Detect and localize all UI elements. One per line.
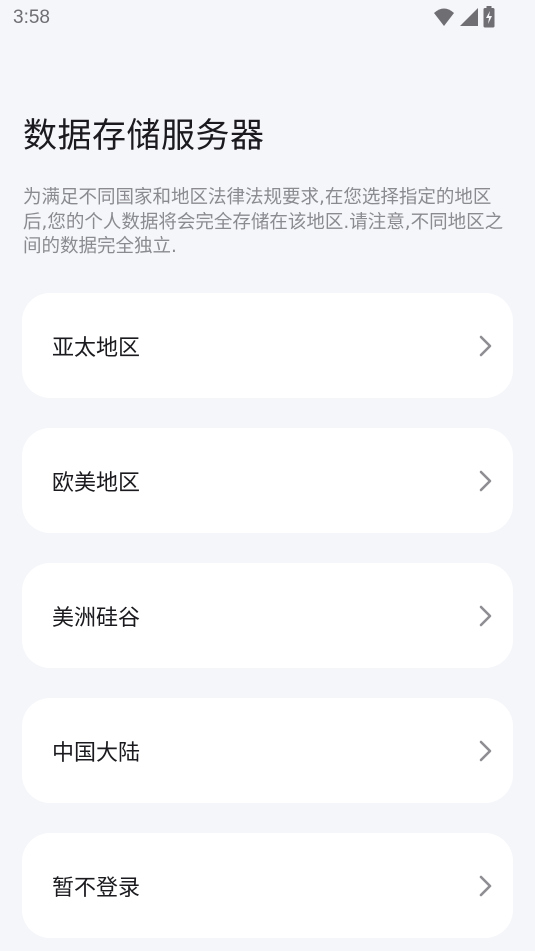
- cellular-signal-icon: [459, 7, 479, 27]
- option-label: 美洲硅谷: [52, 605, 141, 631]
- option-europe-america[interactable]: 欧美地区: [22, 428, 513, 533]
- page-description: 为满足不同国家和地区法律法规要求,在您选择指定的地区后,您的个人数据将会完全存储…: [23, 187, 504, 257]
- server-options-list: 亚太地区 欧美地区 美洲硅谷 中国大陆 暂不登录: [22, 293, 513, 951]
- option-label: 欧美地区: [52, 470, 141, 496]
- chevron-right-icon: [479, 335, 492, 356]
- option-mainland-china[interactable]: 中国大陆: [22, 698, 513, 803]
- chevron-right-icon: [479, 875, 492, 896]
- chevron-right-icon: [479, 605, 492, 626]
- page-title: 数据存储服务器: [23, 116, 265, 156]
- status-time: 3:58: [13, 7, 50, 28]
- option-silicon-valley[interactable]: 美洲硅谷: [22, 563, 513, 668]
- option-asia-pacific[interactable]: 亚太地区: [22, 293, 513, 398]
- chevron-right-icon: [479, 740, 492, 761]
- option-label: 暂不登录: [52, 875, 141, 901]
- wifi-icon: [433, 7, 455, 27]
- status-icons: [433, 6, 495, 28]
- chevron-right-icon: [479, 470, 492, 491]
- option-skip-login[interactable]: 暂不登录: [22, 833, 513, 938]
- status-bar: 3:58: [0, 0, 535, 38]
- battery-charging-icon: [483, 6, 495, 28]
- option-label: 中国大陆: [52, 740, 141, 766]
- screen: 3:58 数据存储服务器 为满足不同国家和地区法律法规要求,在您选择指定的地区后…: [0, 0, 535, 951]
- option-label: 亚太地区: [52, 335, 141, 361]
